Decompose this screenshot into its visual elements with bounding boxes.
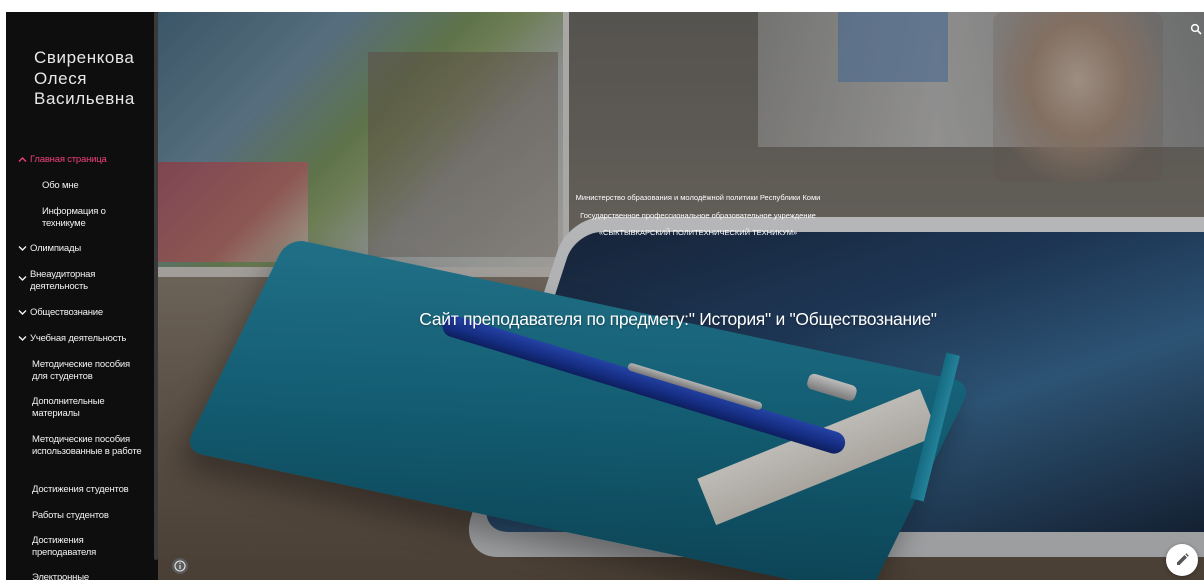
nav-label-student-achievements: Достижения студентов [32,484,129,495]
nav-label-additional-materials: Дополнительные материалы [32,396,105,419]
nav-label-about: Обо мне [42,180,79,191]
nav-label-electronic: Электронные [32,572,89,580]
nav-label-student-manuals: Методические пособия для студентов [32,359,130,382]
nav-item-extracurricular[interactable]: Внеаудиторная деятельность [18,269,130,292]
info-icon [174,560,186,572]
pencil-icon [1177,553,1189,565]
nav-label-home: Главная страница [30,154,107,165]
nav-item-about[interactable]: Обо мне [42,180,150,192]
hero-ministry-line: Министерство образования и молодёжной по… [575,193,821,202]
nav-item-social-studies[interactable]: Обществознание [18,307,158,319]
edit-button[interactable] [1166,544,1198,576]
chevron-down-icon [18,245,27,252]
nav-label-used-manuals: Методические пособия использованные в ра… [32,434,142,457]
nav-item-academic[interactable]: Учебная деятельность [18,333,158,345]
hero-college-name: «СЫКТЫВКАРСКИЙ ПОЛИТЕХНИЧЕСКИЙ ТЕХНИКУМ» [598,228,798,237]
chevron-down-icon [18,335,27,342]
nav-item-used-manuals[interactable]: Методические пособия использованные в ра… [32,434,144,457]
chevron-up-icon [18,156,27,163]
nav-label-olympiads: Олимпиады [30,243,81,254]
chevron-down-icon [18,275,27,282]
nav-item-olympiads[interactable]: Олимпиады [18,243,158,255]
nav-item-student-works[interactable]: Работы студентов [32,510,144,522]
nav-item-additional-materials[interactable]: Дополнительные материалы [32,396,132,419]
search-button[interactable] [1190,22,1202,35]
chevron-down-icon [18,309,27,316]
nav-label-extracurricular: Внеаудиторная деятельность [30,269,96,292]
nav-label-college-info: Информация о техникуме [42,206,106,229]
nav-label-teacher-achievements: Достижения преподавателя [32,535,97,558]
nav-item-college-info[interactable]: Информация о техникуме [42,206,132,229]
sidebar: Свиренкова Олеся Васильевна Главная стра… [6,12,158,580]
top-strip [0,0,1204,12]
hero-banner: Министерство образования и молодёжной по… [158,12,1204,580]
nav-item-home[interactable]: Главная страница [18,154,158,166]
nav-label-social-studies: Обществознание [30,307,103,318]
nav-item-teacher-achievements[interactable]: Достижения преподавателя [32,535,122,558]
nav-item-student-manuals[interactable]: Методические пособия для студентов [32,359,144,382]
hero-institution-line: Государственное профессиональное образов… [580,211,816,220]
nav-label-student-works: Работы студентов [32,510,109,521]
hero-title: Сайт преподавателя по предмету:" История… [419,309,937,329]
site-title[interactable]: Свиренкова Олеся Васильевна [34,48,149,110]
hero-overlay [158,12,1204,580]
search-icon [1190,23,1202,35]
nav-item-student-achievements[interactable]: Достижения студентов [32,484,156,496]
nav-label-academic: Учебная деятельность [30,333,127,344]
nav-item-electronic[interactable]: Электронные [32,572,132,580]
info-button[interactable] [172,558,188,574]
